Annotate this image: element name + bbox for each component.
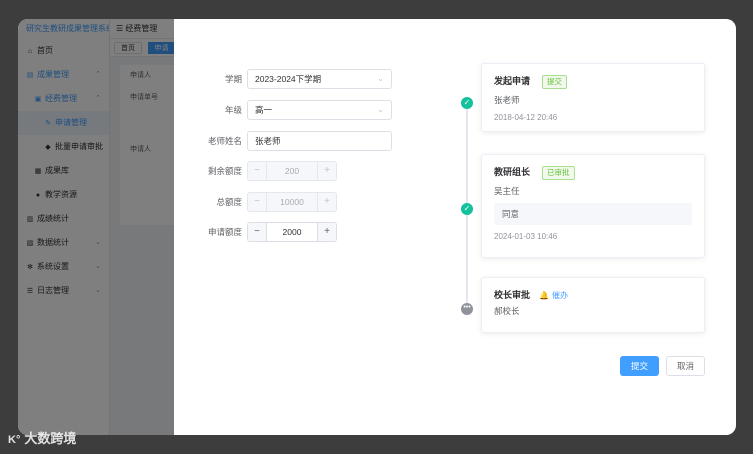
form-row-teacher: 老师姓名 张老师: [174, 131, 414, 151]
teacher-label: 老师姓名: [207, 136, 242, 146]
step-person: 张老师: [494, 95, 520, 105]
status-badge: 已审批: [542, 165, 575, 180]
form-row-apply: 申请额度 − 2000 +: [174, 222, 414, 242]
watermark: K° 大数跨境: [8, 428, 76, 447]
apply-label: 申请额度: [207, 227, 242, 237]
remaining-quota-stepper: − 200 +: [247, 161, 337, 181]
chevron-down-icon: ⌄: [377, 74, 384, 83]
step-title-text: 教研组长: [494, 167, 531, 177]
semester-select[interactable]: 2023-2024下学期 ⌄: [247, 69, 392, 89]
check-icon: ✓: [461, 203, 473, 215]
form-row-remaining: 剩余额度 − 200 +: [174, 161, 414, 181]
step-person: 吴主任: [494, 186, 520, 196]
form-row-semester: 学期 2023-2024下学期 ⌄: [174, 69, 414, 89]
total-value: 10000: [280, 197, 304, 207]
check-icon: ✓: [461, 97, 473, 109]
step-title: 教研组长 已审批: [494, 164, 692, 180]
apply-quota-stepper[interactable]: − 2000 +: [247, 222, 337, 242]
step-time: 2018-04-12 20:46: [494, 113, 558, 122]
semester-label: 学期: [224, 74, 242, 84]
step-title: 发起申请 提交: [494, 73, 692, 89]
timeline-card-review: 教研组长 已审批 吴主任 同意 2024-01-03 10:46: [481, 154, 705, 258]
minus-icon: −: [248, 193, 267, 211]
logo-icon: K°: [8, 434, 21, 446]
timeline-card-principal: 校长审批 🔔 催办 郝校长: [481, 277, 705, 333]
remind-label: 催办: [551, 291, 568, 300]
remaining-label: 剩余额度: [207, 166, 242, 176]
apply-value[interactable]: 2000: [267, 223, 317, 241]
plus-icon: +: [317, 193, 336, 211]
grade-select[interactable]: 高一 ⌄: [247, 100, 392, 120]
timeline-card-submit: 发起申请 提交 张老师 2018-04-12 20:46: [481, 63, 705, 132]
cancel-button[interactable]: 取消: [666, 356, 705, 376]
watermark-text: 大数跨境: [24, 431, 77, 446]
grade-value: 高一: [255, 105, 273, 115]
minus-icon: −: [248, 162, 267, 180]
teacher-name-input[interactable]: 张老师: [247, 131, 392, 151]
bell-icon: 🔔: [539, 291, 549, 300]
step-title-text: 发起申请: [494, 76, 531, 86]
apply-dialog: 学期 2023-2024下学期 ⌄ 年级 高一 ⌄ 老师姓名 张老师 剩余额度 …: [174, 19, 736, 435]
step-title: 校长审批 🔔 催办: [494, 287, 692, 303]
decrement-button[interactable]: −: [248, 223, 267, 241]
remind-button[interactable]: 🔔 催办: [539, 288, 568, 304]
submit-button[interactable]: 提交: [620, 356, 659, 376]
step-title-text: 校长审批: [494, 290, 531, 300]
form-row-total: 总额度 − 10000 +: [174, 192, 414, 212]
total-quota-stepper: − 10000 +: [247, 192, 337, 212]
more-icon: •••: [461, 303, 473, 315]
step-comment: 同意: [494, 203, 692, 225]
chevron-down-icon: ⌄: [377, 105, 384, 114]
remaining-value: 200: [284, 166, 300, 176]
form-row-grade: 年级 高一 ⌄: [174, 100, 414, 120]
step-time: 2024-01-03 10:46: [494, 232, 558, 241]
total-label: 总额度: [216, 197, 242, 207]
semester-value: 2023-2024下学期: [255, 74, 322, 84]
plus-icon: +: [317, 162, 336, 180]
teacher-value: 张老师: [255, 136, 281, 146]
grade-label: 年级: [224, 105, 242, 115]
status-badge: 提交: [542, 74, 568, 89]
increment-button[interactable]: +: [317, 223, 336, 241]
step-person: 郝校长: [494, 306, 520, 316]
